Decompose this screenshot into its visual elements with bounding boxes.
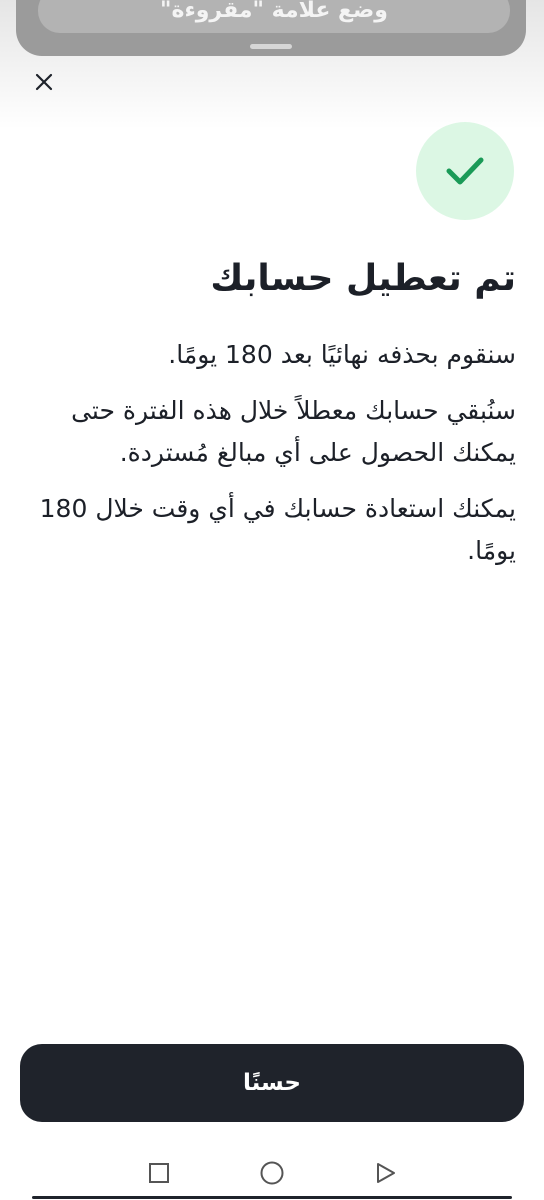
nav-recents-button[interactable] (144, 1158, 174, 1188)
success-badge (416, 122, 514, 220)
page-title: تم تعطيل حسابك (210, 258, 516, 299)
mark-as-read-label: وضع علامة "مقروءة" (160, 0, 388, 23)
nav-back-button[interactable] (370, 1158, 400, 1188)
bottom-divider-line (32, 1196, 512, 1199)
message-content: تم تعطيل حسابك سنقوم بحذفه نهائيًا بعد 1… (28, 248, 516, 586)
square-icon (149, 1163, 169, 1183)
ok-button[interactable]: حسنًا (20, 1044, 524, 1122)
close-icon (35, 73, 53, 91)
close-button[interactable] (26, 64, 62, 100)
deletion-notice: سنقوم بحذفه نهائيًا بعد 180 يومًا. (168, 340, 516, 369)
refund-notice: سنُبقي حسابك معطلاً خلال هذه الفترة حتى … (71, 396, 516, 467)
mark-as-read-button[interactable]: وضع علامة "مقروءة" (38, 0, 510, 33)
ok-button-label: حسنًا (243, 1070, 302, 1096)
circle-icon (260, 1161, 284, 1185)
triangle-back-icon (377, 1163, 395, 1183)
system-nav-bar (0, 1140, 544, 1200)
notification-drag-handle[interactable] (250, 44, 292, 49)
check-icon (446, 157, 484, 185)
restore-notice: يمكنك استعادة حسابك في أي وقت خلال 180 ي… (39, 494, 516, 565)
notification-panel[interactable]: وضع علامة "مقروءة" (16, 0, 526, 56)
nav-home-button[interactable] (257, 1158, 287, 1188)
